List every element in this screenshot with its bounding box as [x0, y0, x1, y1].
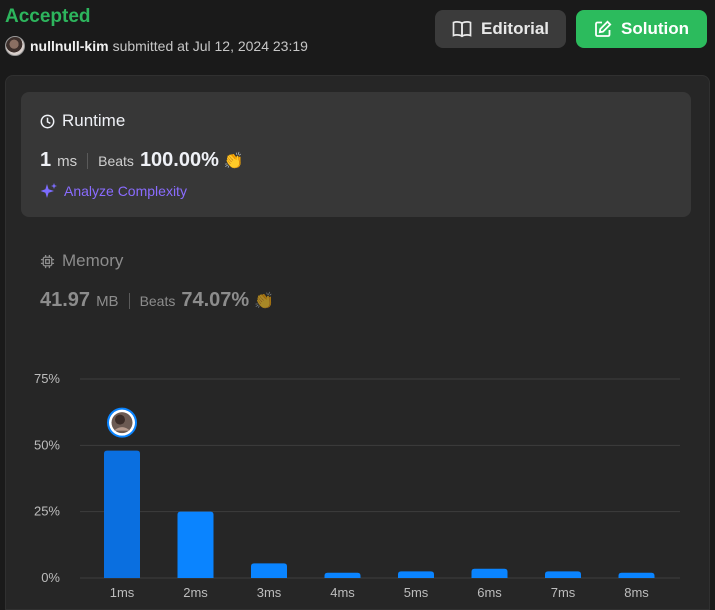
memory-stats: 41.97 MB Beats 74.07% 👏 [40, 289, 274, 312]
editorial-label: Editorial [480, 19, 549, 38]
username-link[interactable]: nullnull-kim [30, 38, 109, 54]
solution-button[interactable]: Solution [576, 10, 707, 48]
runtime-beats-value: 100.00% [139, 149, 219, 171]
submitted-at: submitted at Jul 12, 2024 23:19 [112, 38, 308, 54]
runtime-title: Runtime [40, 111, 125, 131]
clock-icon [40, 114, 55, 128]
chip-icon [40, 254, 55, 268]
runtime-card[interactable]: Runtime 1 ms Beats 100.00% 👏 Analyze Com… [21, 92, 691, 217]
submission-info: nullnull-kim submitted at Jul 12, 2024 2… [5, 36, 308, 56]
memory-title: Memory [40, 251, 123, 271]
divider [128, 292, 130, 309]
runtime-stats: 1 ms Beats 100.00% 👏 [40, 149, 244, 172]
clap-icon: 👏 [254, 293, 275, 310]
avatar[interactable] [5, 36, 25, 56]
edit-icon [595, 20, 612, 37]
result-panel: Runtime 1 ms Beats 100.00% 👏 Analyze Com… [5, 75, 710, 610]
analyze-label: Analyze Complexity [64, 183, 187, 199]
memory-value: 41.97 [40, 289, 91, 311]
divider [87, 152, 89, 169]
runtime-value: 1 [40, 149, 52, 171]
book-icon [452, 21, 472, 38]
memory-beats-label: Beats [139, 293, 176, 309]
clap-icon: 👏 [223, 153, 244, 170]
editorial-button[interactable]: Editorial [435, 10, 566, 48]
runtime-beats-label: Beats [98, 153, 134, 169]
runtime-unit: ms [57, 153, 78, 170]
runtime-title-label: Runtime [62, 111, 126, 130]
analyze-complexity-link[interactable]: Analyze Complexity [40, 182, 187, 200]
memory-title-label: Memory [62, 251, 124, 270]
solution-label: Solution [621, 19, 689, 38]
submission-status: Accepted [5, 6, 91, 27]
memory-beats-value: 74.07% [181, 289, 250, 311]
memory-unit: MB [96, 293, 119, 310]
sparkle-icon [40, 183, 57, 198]
submission-header: Accepted nullnull-kim submitted at Jul 1… [0, 0, 715, 62]
